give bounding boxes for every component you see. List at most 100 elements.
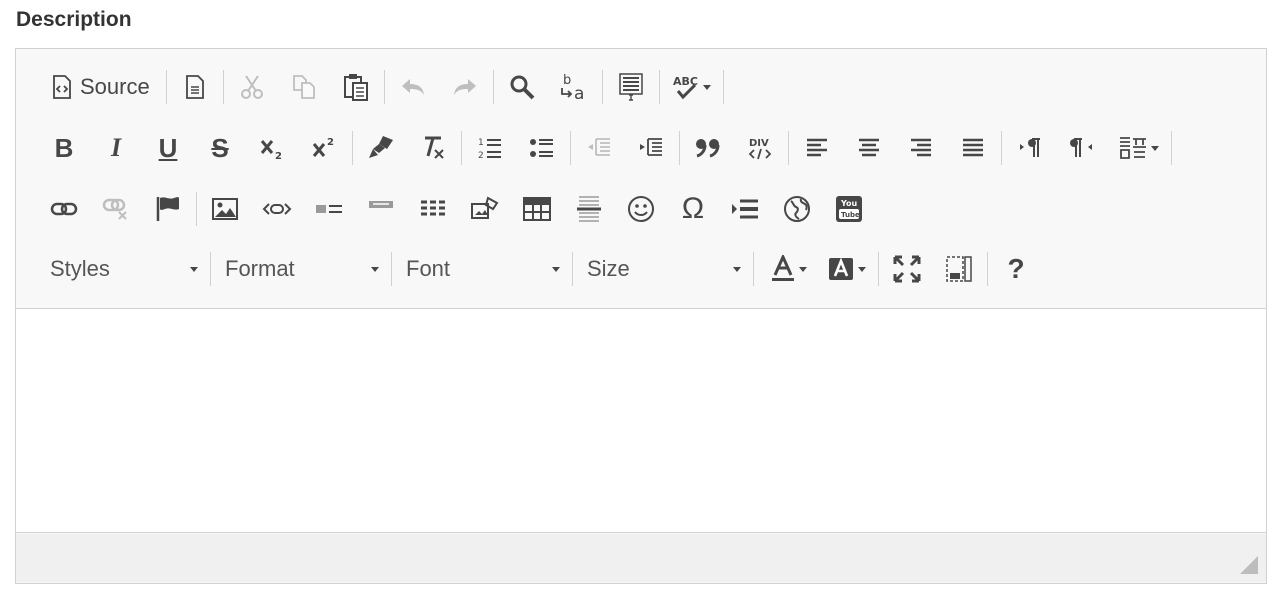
size-label: Size <box>587 256 630 281</box>
special-char-button[interactable]: Ω <box>677 193 709 225</box>
indent-icon <box>638 135 664 161</box>
format-dropdown[interactable]: Format <box>213 249 389 289</box>
new-page-button[interactable] <box>179 71 211 103</box>
undo-button[interactable] <box>397 71 429 103</box>
globe-icon <box>783 195 811 223</box>
smiley-button[interactable] <box>625 193 657 225</box>
create-div-button[interactable]: DIV <box>744 132 776 164</box>
text-direction-ltr-icon <box>1018 137 1042 159</box>
copy-button[interactable] <box>288 71 320 103</box>
smiley-icon <box>627 195 655 223</box>
toolbar-separator <box>352 131 353 165</box>
svg-text:b: b <box>563 73 571 88</box>
replace-button[interactable]: ba <box>558 71 590 103</box>
toolbar-separator <box>391 252 392 286</box>
editor-toolbar: Source b a ABC B I U S 2 2 1 2 DIV Ω You… <box>16 49 1266 309</box>
decrease-indent-button[interactable] <box>583 132 615 164</box>
select-all-button[interactable] <box>615 71 647 103</box>
remove-format-icon <box>419 134 447 162</box>
table-button[interactable] <box>521 193 553 225</box>
resize-handle-icon[interactable] <box>1240 556 1258 574</box>
font-label: Font <box>406 256 451 281</box>
toolbar-row-4: Styles Format Font Size ? <box>38 249 1042 289</box>
increase-indent-button[interactable] <box>635 132 667 164</box>
iframe-button[interactable] <box>781 193 813 225</box>
toolbar-separator <box>679 131 680 165</box>
superscript-button[interactable]: 2 <box>308 132 340 164</box>
toolbar-separator <box>461 131 462 165</box>
horizontal-line-button[interactable] <box>573 193 605 225</box>
youtube-button[interactable]: You Tube <box>833 193 865 225</box>
rtl-button[interactable] <box>1066 132 1098 164</box>
page-break-button[interactable] <box>365 193 397 225</box>
text-color-icon <box>770 255 796 283</box>
bold-button[interactable]: B <box>48 132 80 164</box>
align-right-button[interactable] <box>905 132 937 164</box>
insert-snippet-button[interactable] <box>729 193 761 225</box>
size-dropdown[interactable]: Size <box>575 249 751 289</box>
chevron-down-icon <box>733 266 741 272</box>
italic-button[interactable]: I <box>100 132 132 164</box>
toolbar-separator <box>753 252 754 286</box>
maximize-button[interactable] <box>891 253 923 285</box>
chevron-down-icon <box>190 266 198 272</box>
svg-text:DIV: DIV <box>749 138 769 149</box>
field-label: Description <box>16 8 132 31</box>
unlink-button[interactable] <box>100 193 132 225</box>
toolbar-separator <box>383 70 385 104</box>
strikethrough-button[interactable]: S <box>204 132 236 164</box>
background-color-button[interactable] <box>827 253 866 285</box>
flag-icon <box>155 195 181 223</box>
quote-icon <box>694 137 722 159</box>
find-button[interactable] <box>506 71 538 103</box>
unlink-icon <box>102 197 130 221</box>
link-button[interactable] <box>48 193 80 225</box>
copy-icon <box>292 74 316 100</box>
styles-dropdown[interactable]: Styles <box>38 249 208 289</box>
grid-button[interactable] <box>417 193 449 225</box>
ltr-button[interactable] <box>1014 132 1046 164</box>
spellcheck-button[interactable]: ABC <box>672 71 711 103</box>
bulleted-list-button[interactable] <box>526 132 558 164</box>
toolbar-separator <box>492 70 494 104</box>
text-color-button[interactable] <box>770 253 807 285</box>
image-caption-icon <box>470 196 500 222</box>
align-center-button[interactable] <box>853 132 885 164</box>
numbered-list-button[interactable]: 12 <box>474 132 506 164</box>
copy-formatting-button[interactable] <box>365 132 397 164</box>
underline-button[interactable]: U <box>152 132 184 164</box>
insert-row-button[interactable] <box>313 193 345 225</box>
embed-button[interactable] <box>261 193 293 225</box>
toolbar-separator <box>196 192 197 226</box>
styles-label: Styles <box>50 256 110 281</box>
show-blocks-button[interactable] <box>943 253 975 285</box>
image-icon <box>211 197 239 221</box>
editor-content-area[interactable] <box>16 309 1266 533</box>
paste-button[interactable] <box>340 71 372 103</box>
cut-button[interactable] <box>236 71 268 103</box>
source-icon <box>52 75 72 99</box>
svg-text:a: a <box>574 84 584 102</box>
align-left-icon <box>805 137 829 159</box>
source-button[interactable]: Source <box>48 71 154 103</box>
align-left-button[interactable] <box>801 132 833 164</box>
help-button[interactable]: ? <box>1000 253 1032 285</box>
subscript-button[interactable]: 2 <box>256 132 288 164</box>
blockquote-button[interactable] <box>692 132 724 164</box>
toolbar-separator <box>1001 131 1002 165</box>
youtube-icon: You Tube <box>834 194 864 224</box>
image-caption-button[interactable] <box>469 193 501 225</box>
toolbar-separator <box>987 252 988 286</box>
justify-button[interactable] <box>957 132 989 164</box>
replace-icon: ba <box>559 72 589 102</box>
redo-button[interactable] <box>449 71 481 103</box>
toolbar-separator <box>222 70 224 104</box>
font-dropdown[interactable]: Font <box>394 249 570 289</box>
superscript-icon: 2 <box>311 135 337 161</box>
anchor-button[interactable] <box>152 193 184 225</box>
language-button[interactable] <box>1118 132 1159 164</box>
image-button[interactable] <box>209 193 241 225</box>
remove-format-button[interactable] <box>417 132 449 164</box>
language-icon <box>1118 135 1148 161</box>
svg-text:2: 2 <box>327 137 334 148</box>
